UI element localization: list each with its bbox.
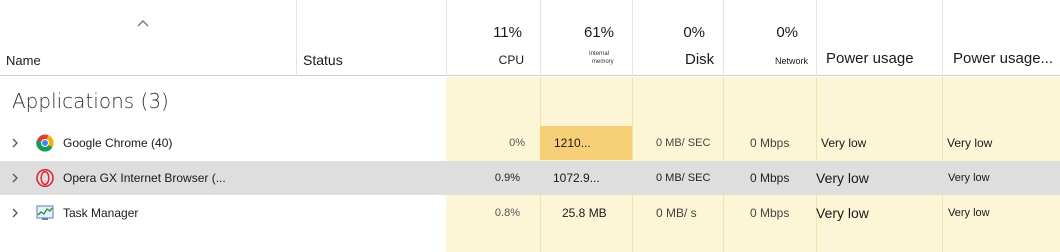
chrome-icon [36,134,54,152]
memory-header-label-line1: Internal [589,51,610,57]
cpu-value: 0.8% [494,207,520,219]
power-trend-value: Very low [948,172,990,184]
sort-ascending-icon [137,20,149,27]
column-header-bar: Name Status 11% CPU 61% Internal memory … [0,0,1060,76]
group-header-applications[interactable]: Applications (3) [12,89,169,113]
disk-value: 0 MB/ s [656,206,697,220]
cpu-value: 0% [509,137,525,149]
column-header-disk[interactable]: 0% Disk [632,0,723,76]
column-header-network[interactable]: 0% Network [723,0,816,76]
column-header-memory[interactable]: 61% Internal memory [540,0,632,76]
memory-percent: 61% [583,24,614,41]
process-name: Task Manager [63,206,139,220]
power-trend-value: Very low [947,136,993,150]
disk-value: 0 MB/ SEC [656,137,711,149]
column-header-power-usage[interactable]: Power usage [816,0,942,76]
power-value: Very low [816,205,869,221]
chevron-right-icon[interactable] [10,207,20,219]
power-value: Very low [816,170,869,186]
chevron-right-icon[interactable] [10,172,20,184]
opera-icon [36,169,54,187]
process-name: Opera GX Internet Browser (... [63,171,226,185]
network-value: 0 Mbps [750,206,790,220]
memory-value: 1072.9... [553,171,600,185]
column-header-cpu[interactable]: 11% CPU [446,0,540,76]
name-header-label: Name [6,53,41,68]
memory-value: 1210... [554,136,591,150]
column-header-status[interactable]: Status [296,0,446,76]
power-value: Very low [821,136,867,150]
table-row[interactable]: Task Manager 0.8% 25.8 MB 0 MB/ s 0 Mbps… [0,196,1060,230]
network-value: 0 Mbps [750,136,790,150]
status-header-label: Status [303,52,343,68]
cpu-header-label: CPU [498,53,524,67]
task-manager-icon [36,205,54,220]
table-row[interactable]: Opera GX Internet Browser (... 0.9% 1072… [0,161,1060,195]
power-header-label: Power usage [826,50,914,67]
memory-header-label-line2: memory [592,59,614,65]
network-percent: 0% [776,24,798,41]
disk-header-label: Disk [685,51,715,68]
process-list: Applications (3) Google Chrome (40) 0% 1… [0,77,1060,252]
cpu-value: 0.9% [494,172,520,184]
memory-value: 25.8 MB [562,206,607,220]
column-header-name[interactable]: Name [0,0,296,76]
process-name: Google Chrome (40) [63,136,173,150]
power-trend-header-label: Power usage... [953,50,1054,67]
disk-value: 0 MB/ SEC [656,172,711,184]
disk-percent: 0% [683,24,705,41]
power-trend-value: Very low [948,207,990,219]
column-header-power-usage-trend[interactable]: Power usage... [942,0,1060,76]
network-value: 0 Mbps [750,171,790,185]
table-row[interactable]: Google Chrome (40) 0% 1210... 0 MB/ SEC … [0,126,1060,160]
network-header-label: Network [774,56,808,66]
cpu-percent: 11% [493,24,522,41]
chevron-right-icon[interactable] [10,137,20,149]
